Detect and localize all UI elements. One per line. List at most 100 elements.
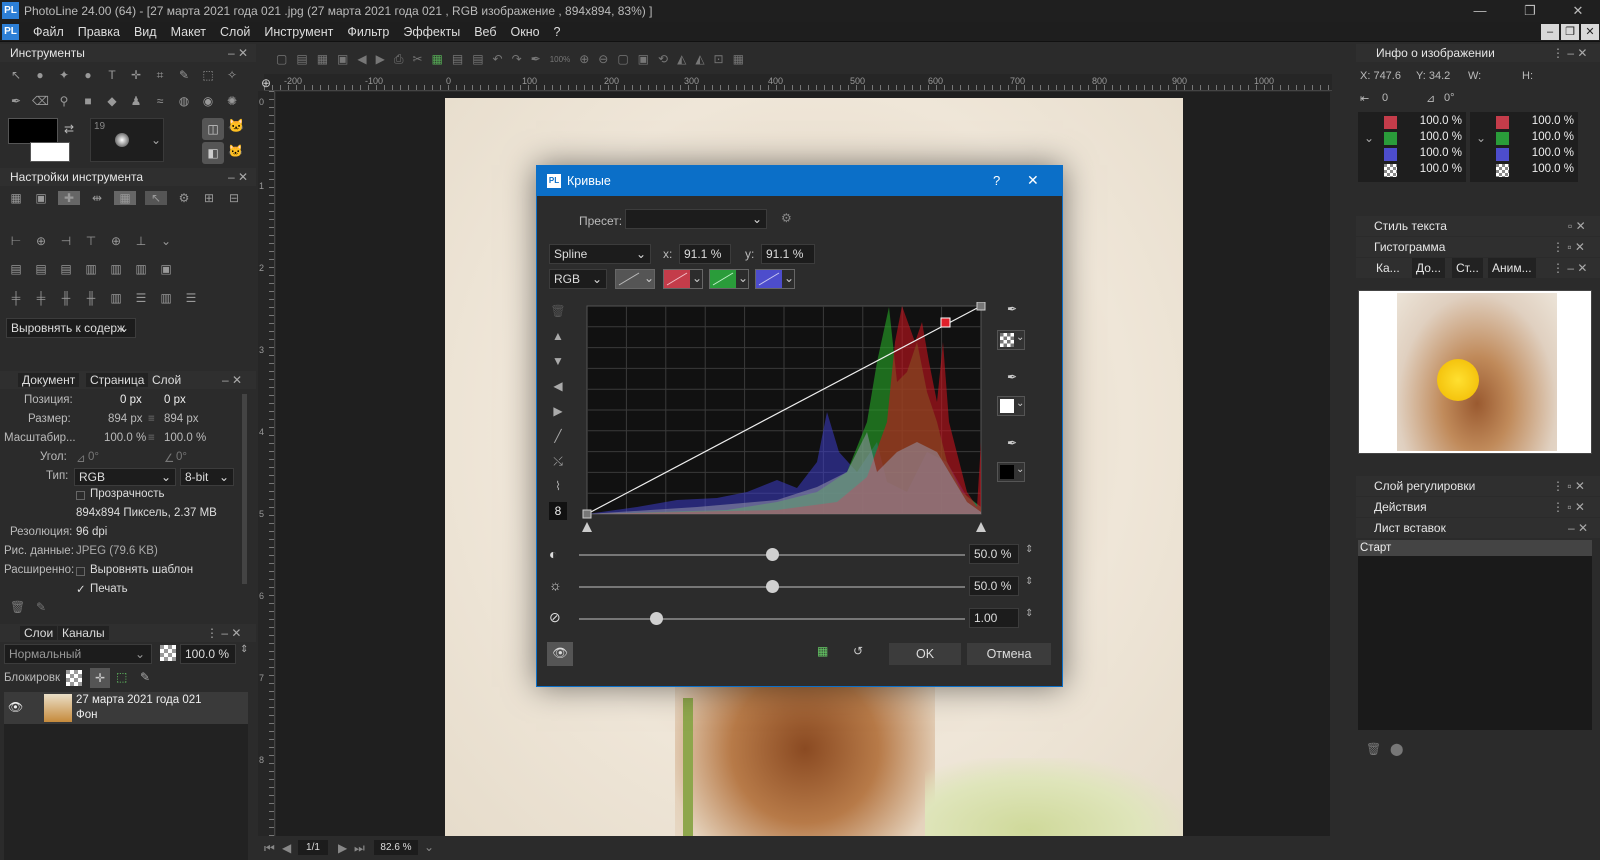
preset-gear-icon[interactable]: ⚙ — [781, 211, 792, 225]
cancel-button[interactable]: Отмена — [967, 643, 1051, 665]
lock-paint-icon[interactable]: ✎ — [140, 670, 150, 684]
align-box-icon[interactable]: ▣ — [33, 191, 49, 205]
doc-panel-close-icon[interactable]: – ✕ — [222, 373, 242, 387]
align-dropdown-icon[interactable]: ⌄ — [158, 234, 174, 248]
brightness-stepper[interactable]: ⇕ — [1025, 576, 1033, 587]
curves-graph[interactable] — [577, 302, 987, 536]
lock-transparency-icon[interactable] — [66, 670, 82, 686]
panel-close-icon[interactable]: – ✕ — [228, 46, 248, 60]
panel-controls-icon[interactable]: ⋮ ▫ ✕ — [1552, 476, 1585, 496]
layers-panel-close-icon[interactable]: ⋮ – ✕ — [206, 626, 241, 640]
eye-icon[interactable]: 👁 — [8, 700, 23, 714]
layout2-icon[interactable]: ⊟ — [226, 191, 242, 205]
menu-layout[interactable]: Макет — [164, 24, 213, 40]
panel-controls-icon[interactable]: – ✕ — [1568, 518, 1588, 538]
dialog-help-button[interactable]: ? — [993, 173, 1000, 188]
histogram-panel[interactable]: Гистограмма ⋮ ▫ ✕ — [1356, 237, 1600, 257]
ellipse-tool-icon[interactable]: ● — [32, 68, 48, 82]
next-page-icon[interactable]: ▶ — [338, 841, 347, 855]
transparency-checkbox[interactable] — [76, 491, 85, 500]
white-point-dropper-icon[interactable]: ✒ — [1007, 436, 1017, 450]
size-h[interactable]: 894 px — [164, 413, 199, 425]
curve-point-white[interactable] — [976, 302, 986, 311]
input-black-slider[interactable] — [582, 522, 592, 532]
shape-tool-icon[interactable]: ● — [80, 68, 96, 82]
move-down-icon[interactable]: ▼ — [549, 352, 567, 370]
pointer-icon[interactable]: ↖ — [145, 191, 167, 205]
fill-tool-icon[interactable]: ■ — [80, 94, 96, 108]
last-page-icon[interactable]: ⏭ — [354, 841, 365, 856]
x-input[interactable]: 91.1 % — [679, 244, 731, 264]
doc-scrollbar[interactable] — [242, 394, 247, 584]
first-page-icon[interactable]: ⏮ — [264, 841, 275, 856]
background-color[interactable] — [30, 142, 70, 162]
dist7-icon[interactable]: ▣ — [158, 262, 174, 276]
menu-edit[interactable]: Правка — [71, 24, 127, 40]
crop-icon[interactable]: ⊡ — [714, 52, 724, 66]
input-white-slider[interactable] — [976, 522, 986, 532]
dist4-icon[interactable]: ▥ — [83, 262, 99, 276]
dropper-tool-icon[interactable]: ⚲ — [56, 94, 72, 108]
position-y[interactable]: 0 px — [164, 394, 186, 406]
space8-icon[interactable]: ☰ — [183, 291, 199, 305]
cat2-icon[interactable]: 🐱 — [228, 144, 243, 158]
open-icon[interactable]: ▤ — [296, 52, 307, 66]
menu-file[interactable]: Файл — [26, 24, 71, 40]
print-icon[interactable]: ⎙ — [394, 52, 404, 67]
cat-icon[interactable]: 🐱 — [228, 118, 244, 134]
minimize-button[interactable]: — — [1460, 0, 1500, 22]
swap-colors-icon[interactable]: ⇄ — [64, 122, 74, 136]
zoom-100-icon[interactable]: 100% — [550, 55, 570, 64]
navigator-preview[interactable] — [1358, 290, 1592, 454]
undo-icon[interactable]: ↶ — [493, 52, 503, 66]
scale-y[interactable]: 100.0 % — [164, 432, 206, 444]
tab-channels[interactable]: Каналы — [58, 626, 109, 640]
menu-view[interactable]: Вид — [127, 24, 164, 40]
distribute-icon[interactable]: ⇹ — [89, 191, 105, 205]
copy-icon[interactable]: ▦ — [432, 52, 443, 66]
smudge-tool-icon[interactable]: ≈ — [152, 94, 168, 108]
opacity-stepper[interactable]: ⇕ — [240, 644, 248, 655]
delete-point-icon[interactable]: 🗑 — [549, 302, 567, 320]
interpolation-dropdown[interactable]: Spline ⌄ — [549, 244, 651, 264]
arrow-tool-icon[interactable]: ↖ — [8, 68, 24, 82]
gamma-knob[interactable] — [650, 612, 664, 625]
tab-layer[interactable]: Слой — [148, 373, 185, 387]
contrast-stepper[interactable]: ⇕ — [1025, 544, 1033, 555]
tab-layers[interactable]: Слои — [20, 626, 58, 640]
chevron-down-icon[interactable]: ⌄ — [424, 840, 434, 854]
gamma-slider[interactable] — [579, 612, 965, 625]
bit-depth-button[interactable]: 8 — [549, 502, 567, 520]
gray-swatch[interactable]: ⌄ — [997, 330, 1025, 350]
green-curve-swatch[interactable]: ⌄ — [709, 269, 749, 289]
brightness-field[interactable]: 50.0 % — [969, 576, 1019, 596]
crop-tool-icon[interactable]: ⌗ — [152, 68, 168, 82]
wand-tool-icon[interactable]: ✧ — [224, 68, 240, 82]
move-up-icon[interactable]: ▲ — [549, 327, 567, 345]
foreground-color[interactable] — [8, 118, 58, 144]
gray-point-dropper-icon[interactable]: ✒ — [1007, 370, 1017, 384]
transform-icon[interactable]: ⟲ — [658, 52, 668, 66]
red-curve-swatch[interactable]: ⌄ — [663, 269, 703, 289]
compare-icon[interactable]: ▦ — [817, 644, 828, 658]
dist2-icon[interactable]: ▤ — [33, 262, 49, 276]
chevron-down-icon[interactable]: ⌄ — [1364, 131, 1374, 145]
brush-tool-icon[interactable]: ✎ — [176, 68, 192, 82]
sponge-tool-icon[interactable]: ◉ — [200, 94, 216, 108]
clipboard-item[interactable]: Старт — [1358, 540, 1592, 556]
dist6-icon[interactable]: ▥ — [133, 262, 149, 276]
black-swatch[interactable]: ⌄ — [997, 462, 1025, 482]
ok-button[interactable]: OK — [889, 643, 961, 665]
contrast-slider[interactable] — [579, 548, 965, 561]
align-to-dropdown[interactable]: Выровнять к содерж ⌄ — [6, 318, 136, 338]
angle-value-1[interactable]: 0° — [88, 451, 99, 463]
type-dropdown[interactable]: RGB ⌄ — [74, 468, 176, 486]
pen-tool-icon[interactable]: ✒ — [8, 94, 24, 108]
brush-small-icon[interactable]: ✎ — [36, 600, 46, 614]
align-grid-icon[interactable]: ▦ — [8, 191, 24, 205]
levels-icon[interactable]: ◭ — [677, 52, 686, 66]
lock-move-icon[interactable]: ✛ — [90, 668, 110, 688]
panel-controls-icon[interactable]: ⋮ ▫ ✕ — [1552, 237, 1585, 257]
text-tool-icon[interactable]: T — [104, 68, 120, 82]
dist5-icon[interactable]: ▥ — [108, 262, 124, 276]
